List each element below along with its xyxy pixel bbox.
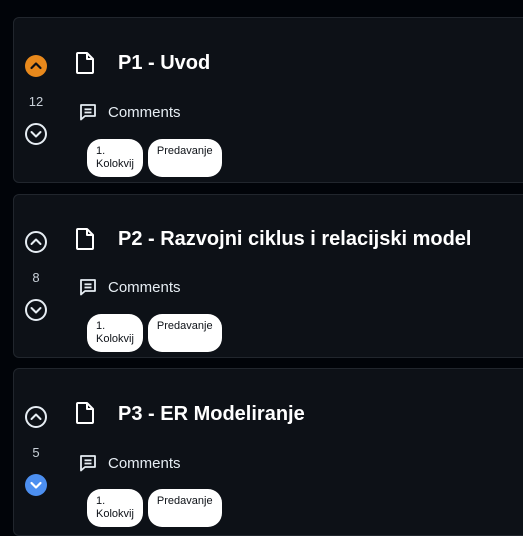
downvote-button[interactable] — [22, 471, 50, 499]
comments-label: Comments — [108, 278, 181, 296]
document-icon — [76, 402, 94, 424]
comments-label: Comments — [108, 454, 181, 472]
chevron-down-circle-icon — [25, 123, 47, 145]
tag-chip[interactable]: 1. Kolokvij — [87, 139, 143, 177]
vote-count: 12 — [28, 94, 44, 109]
tag-chip[interactable]: Predavanje — [147, 139, 222, 177]
tag-list: 1. Kolokvij Predavanje — [87, 314, 222, 352]
upvote-button[interactable] — [22, 52, 50, 80]
tag-chip[interactable]: 1. Kolokvij — [87, 489, 143, 527]
comments-link[interactable]: Comments — [78, 277, 181, 297]
chevron-up-circle-icon — [25, 231, 47, 253]
tag-chip[interactable]: Predavanje — [147, 489, 222, 527]
comment-icon — [80, 279, 96, 296]
tag-chip[interactable]: 1. Kolokvij — [87, 314, 143, 352]
chevron-up-circle-icon — [25, 406, 47, 428]
comments-label: Comments — [108, 103, 181, 121]
comments-link[interactable]: Comments — [78, 453, 181, 473]
post-title[interactable]: P3 - ER Modeliranje — [118, 403, 305, 426]
post-title[interactable]: P1 - Uvod — [118, 52, 210, 75]
document-icon — [76, 228, 94, 250]
tag-list: 1. Kolokvij Predavanje — [87, 489, 222, 527]
chevron-down-circle-icon — [25, 299, 47, 321]
chevron-up-circle-icon — [25, 55, 47, 77]
comments-link[interactable]: Comments — [78, 102, 181, 122]
upvote-button[interactable] — [22, 403, 50, 431]
vote-count: 5 — [32, 445, 40, 460]
comment-icon — [80, 455, 96, 472]
downvote-button[interactable] — [22, 296, 50, 324]
comment-icon — [80, 104, 96, 121]
post-title[interactable]: P2 - Razvojni ciklus i relacijski model — [118, 228, 471, 251]
tag-list: 1. Kolokvij Predavanje — [87, 139, 222, 177]
vote-count: 8 — [32, 270, 40, 285]
tag-chip[interactable]: Predavanje — [147, 314, 222, 352]
document-icon — [76, 52, 94, 74]
chevron-down-circle-icon — [25, 474, 47, 496]
downvote-button[interactable] — [22, 120, 50, 148]
upvote-button[interactable] — [22, 228, 50, 256]
